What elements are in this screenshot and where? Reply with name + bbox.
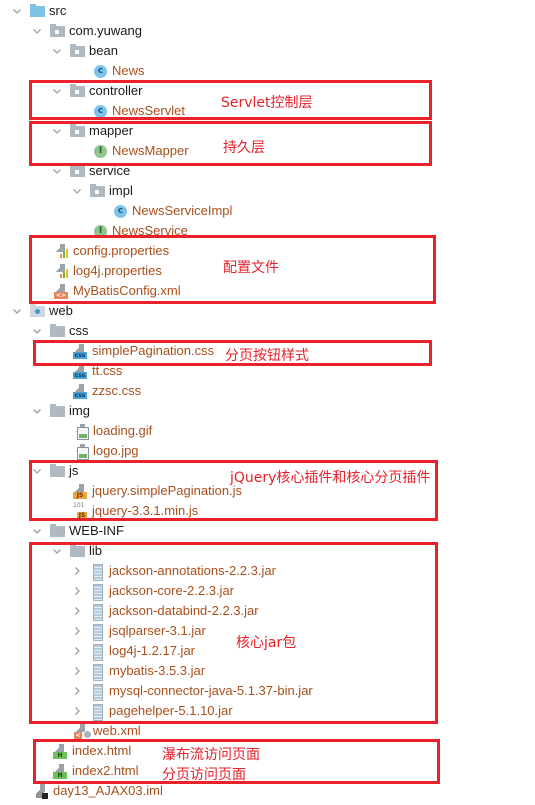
- tree-item-label: logo.jpg: [93, 443, 139, 458]
- class-icon: c: [93, 63, 109, 79]
- folder-icon: [50, 323, 66, 339]
- chevron-down-icon[interactable]: [32, 401, 42, 421]
- tree-item-label: News: [112, 63, 145, 78]
- tree-item-label: WEB-INF: [69, 523, 124, 538]
- tree-item[interactable]: c News: [93, 61, 145, 81]
- chevron-down-icon[interactable]: [32, 21, 42, 41]
- annotation-js: jQuery核心插件和核心分页插件: [230, 470, 431, 486]
- annotation-index2: 分页访问页面: [162, 767, 246, 783]
- annotation-lib: 核心jar包: [236, 635, 297, 651]
- tree-item-label: impl: [109, 183, 133, 198]
- tree-item[interactable]: loading.gif: [74, 421, 152, 441]
- chevron-down-icon[interactable]: [72, 181, 82, 201]
- tree-item-label: css: [69, 323, 89, 338]
- tree-item[interactable]: impl: [72, 181, 133, 201]
- tree-item[interactable]: logo.jpg: [74, 441, 139, 461]
- tree-item-label: web: [49, 303, 73, 318]
- tree-item-label: NewsServiceImpl: [132, 203, 233, 218]
- package-icon: [50, 23, 66, 39]
- annotation-css: 分页按钮样式: [225, 348, 309, 364]
- tree-item[interactable]: WEB-INF: [32, 521, 124, 541]
- folder-icon: [50, 403, 66, 419]
- annotation-box-lib: [29, 542, 438, 724]
- web-folder-icon: [30, 303, 46, 319]
- source-folder-icon: [30, 3, 46, 19]
- annotation-index: 瀑布流访问页面: [162, 747, 260, 763]
- image-file-icon: [74, 423, 90, 440]
- tree-item-label: day13_AJAX03.iml: [53, 783, 163, 798]
- tree-item[interactable]: c NewsServiceImpl: [113, 201, 232, 221]
- tree-item-label: zzsc.css: [92, 383, 142, 398]
- tree-item[interactable]: css: [32, 321, 89, 341]
- chevron-down-icon[interactable]: [32, 521, 42, 541]
- package-icon: [70, 43, 86, 59]
- tree-item[interactable]: img: [32, 401, 90, 421]
- tree-item[interactable]: web: [12, 301, 73, 321]
- tree-item-label: img: [69, 403, 90, 418]
- tree-item-label: bean: [89, 43, 118, 58]
- tree-item-label: src: [49, 3, 67, 18]
- tree-item-label: web.xml: [93, 723, 141, 738]
- tree-item-label: com.yuwang: [69, 23, 142, 38]
- tree-item[interactable]: com.yuwang: [32, 21, 142, 41]
- chevron-down-icon[interactable]: [12, 301, 22, 321]
- chevron-down-icon[interactable]: [12, 1, 22, 21]
- image-file-icon: [74, 443, 90, 460]
- annotation-mapper: 持久层: [223, 140, 265, 156]
- web-xml-file-icon: <: [74, 723, 92, 739]
- package-icon: [90, 183, 106, 199]
- tree-item[interactable]: < web.xml: [74, 721, 141, 741]
- tree-item[interactable]: css zzsc.css: [73, 381, 141, 401]
- tree-item-label: loading.gif: [93, 423, 153, 438]
- tree-item[interactable]: src: [12, 1, 66, 21]
- tree-item[interactable]: day13_AJAX03.iml: [34, 781, 163, 801]
- chevron-down-icon[interactable]: [52, 41, 62, 61]
- css-file-icon: css: [73, 383, 89, 399]
- module-file-icon: [34, 783, 50, 799]
- folder-icon: [50, 523, 66, 539]
- class-icon: c: [113, 203, 129, 219]
- annotation-controller: Servlet控制层: [221, 95, 313, 111]
- annotation-config: 配置文件: [223, 260, 279, 276]
- chevron-down-icon[interactable]: [32, 321, 42, 341]
- tree-item[interactable]: bean: [52, 41, 118, 61]
